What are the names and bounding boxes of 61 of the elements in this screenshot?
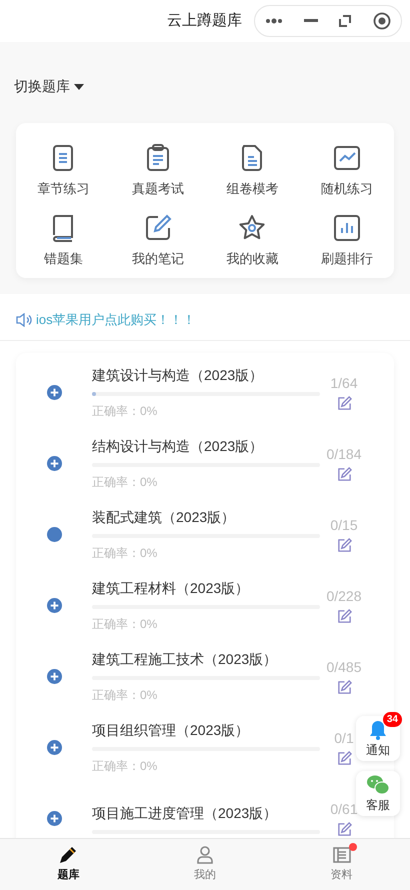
progress-count: 0/485 <box>326 658 362 677</box>
window-title: 云上蹲题库 <box>167 10 242 31</box>
accuracy-text: 正确率：0% <box>92 474 158 490</box>
shortcut-item[interactable]: 真题考试 <box>110 143 205 198</box>
edit-icon[interactable] <box>336 396 352 411</box>
shortcut-item[interactable]: 错题集 <box>16 212 110 268</box>
bar-chart-icon <box>332 212 362 242</box>
bell-icon <box>367 718 389 740</box>
shortcut-item[interactable]: 我的收藏 <box>205 212 300 268</box>
progress-count: 0/15 <box>330 516 358 535</box>
caret-icon <box>74 84 84 90</box>
record-icon[interactable] <box>372 12 391 30</box>
subject-title[interactable]: 建筑工程施工技术（2023版） <box>92 648 320 670</box>
progress-count: 0/61 <box>330 800 358 819</box>
edit-icon[interactable] <box>336 538 352 553</box>
subject-title[interactable]: 结构设计与构造（2023版） <box>92 436 320 456</box>
accuracy-text: 正确率：0% <box>92 686 158 704</box>
edit-icon[interactable] <box>336 609 352 624</box>
floating-button[interactable]: 客服 <box>356 771 400 816</box>
shortcut-item[interactable]: 刷题排行 <box>300 212 394 268</box>
list-icon <box>332 845 352 866</box>
tab-item[interactable]: 我的 <box>136 839 274 890</box>
plus-circle-icon[interactable] <box>46 810 62 826</box>
subject-title[interactable]: 建筑工程材料（2023版） <box>92 578 320 598</box>
subject-title[interactable]: 项目施工进度管理（2023版） <box>92 802 320 824</box>
subject-title[interactable]: 建筑设计与构造（2023版） <box>92 364 320 386</box>
chat-icon <box>366 774 390 796</box>
shortcut-item[interactable]: 组卷模考 <box>205 143 300 198</box>
pencil-icon <box>58 845 78 866</box>
shortcut-item[interactable]: 随机练习 <box>300 143 394 198</box>
accuracy-text: 正确率：0% <box>92 616 158 632</box>
plus-circle-icon[interactable] <box>46 384 62 400</box>
accuracy-text: 正确率：0% <box>92 402 158 420</box>
subject-title[interactable]: 装配式建筑（2023版） <box>92 506 320 528</box>
plus-circle-icon[interactable] <box>46 598 62 612</box>
progress-count: 1/64 <box>330 374 358 393</box>
subject-title[interactable]: 项目组织管理（2023版） <box>92 720 320 740</box>
plus-circle-icon[interactable] <box>46 456 62 470</box>
tab-item[interactable]: 题库 <box>0 839 137 890</box>
more-icon[interactable] <box>265 18 284 24</box>
tab-item[interactable]: 资料 <box>273 839 410 890</box>
accuracy-text: 正确率：0% <box>92 544 158 562</box>
user-icon <box>194 845 215 866</box>
accuracy-text: 正确率：0% <box>92 758 158 774</box>
plus-circle-icon[interactable] <box>46 740 62 754</box>
progress-count: 0/184 <box>326 445 362 464</box>
edit-icon[interactable] <box>336 751 352 766</box>
edit-icon[interactable] <box>336 822 352 837</box>
edit-icon[interactable] <box>336 680 352 695</box>
plus-circle-icon[interactable] <box>46 668 62 684</box>
progress-count: 0/1 <box>334 729 354 748</box>
shortcut-item[interactable]: 我的笔记 <box>110 212 205 268</box>
dot-icon[interactable] <box>46 526 62 542</box>
line-chart-icon <box>332 143 362 173</box>
minimize-icon[interactable] <box>304 19 318 23</box>
edit-icon[interactable] <box>336 467 352 482</box>
shortcut-item[interactable]: 章节练习 <box>16 143 110 198</box>
restore-icon[interactable] <box>338 14 352 28</box>
speaker-icon <box>16 312 32 327</box>
progress-count: 0/228 <box>326 587 362 606</box>
switch-bank-button[interactable]: 切换题库 <box>14 76 84 97</box>
